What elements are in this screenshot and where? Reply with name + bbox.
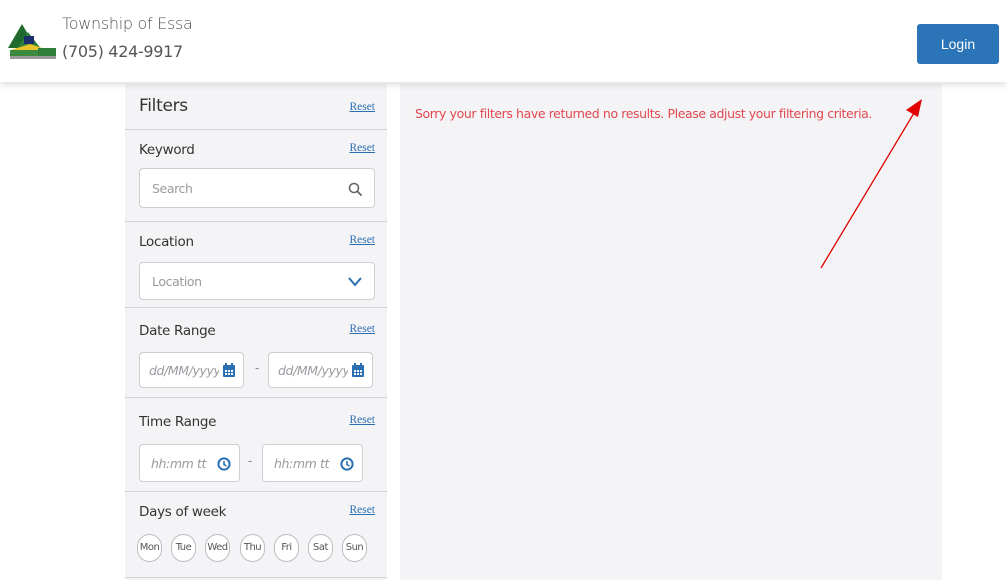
keyword-reset-link[interactable]: Reset: [349, 142, 375, 154]
date-range-label: Date Range: [139, 323, 216, 339]
reset-all-link[interactable]: Reset: [349, 101, 375, 113]
filters-heading-section: Filters Reset: [125, 84, 387, 130]
calendar-icon[interactable]: [222, 363, 236, 378]
date-from-input[interactable]: [149, 353, 219, 387]
login-button[interactable]: Login: [917, 24, 999, 64]
location-select[interactable]: [139, 262, 375, 300]
clock-icon[interactable]: [217, 457, 231, 471]
results-panel: Sorry your filters have returned no resu…: [400, 84, 942, 580]
search-input[interactable]: [152, 169, 316, 207]
search-icon[interactable]: [348, 182, 362, 196]
date-to-field[interactable]: [268, 352, 373, 388]
keyword-section: Keyword Reset: [125, 130, 387, 222]
township-logo: [8, 24, 56, 59]
time-range-separator: -: [248, 453, 253, 468]
days-of-week-reset-link[interactable]: Reset: [349, 504, 375, 516]
keyword-field[interactable]: [139, 168, 375, 208]
days-of-week-section: Days of week Reset Mon Tue Wed Thu Fri S…: [125, 492, 387, 578]
day-toggle-tue[interactable]: Tue: [171, 534, 196, 562]
day-toggle-mon[interactable]: Mon: [137, 534, 162, 562]
time-from-field[interactable]: [139, 444, 240, 482]
location-label: Location: [139, 234, 194, 250]
time-to-input[interactable]: [274, 445, 336, 481]
day-toggle-thu[interactable]: Thu: [240, 534, 265, 562]
site-header: Township of Essa (705) 424-9917 Login: [0, 0, 1007, 82]
time-range-reset-link[interactable]: Reset: [349, 414, 375, 426]
time-to-field[interactable]: [262, 444, 363, 482]
day-toggle-wed[interactable]: Wed: [205, 534, 230, 562]
time-from-input[interactable]: [151, 445, 213, 481]
location-section: Location Reset: [125, 222, 387, 308]
keyword-label: Keyword: [139, 142, 195, 158]
location-reset-link[interactable]: Reset: [349, 234, 375, 246]
time-range-section: Time Range Reset -: [125, 398, 387, 492]
day-toggle-fri[interactable]: Fri: [274, 534, 299, 562]
day-toggle-sat[interactable]: Sat: [308, 534, 333, 562]
filters-title: Filters: [139, 96, 188, 116]
org-phone: (705) 424-9917: [62, 42, 183, 61]
time-range-label: Time Range: [139, 414, 217, 430]
calendar-icon[interactable]: [351, 363, 365, 378]
clock-icon[interactable]: [340, 457, 354, 471]
date-range-section: Date Range Reset -: [125, 308, 387, 398]
date-range-separator: -: [255, 360, 260, 375]
day-toggle-group: Mon Tue Wed Thu Fri Sat Sun: [137, 534, 377, 564]
chevron-down-icon[interactable]: [348, 276, 362, 288]
date-from-field[interactable]: [139, 352, 244, 388]
location-input[interactable]: [152, 263, 316, 299]
org-name: Township of Essa: [62, 14, 193, 33]
date-to-input[interactable]: [278, 353, 348, 387]
filters-panel: Filters Reset Keyword Reset Location Res…: [125, 84, 387, 580]
days-of-week-label: Days of week: [139, 504, 227, 520]
day-toggle-sun[interactable]: Sun: [342, 534, 367, 562]
no-results-message: Sorry your filters have returned no resu…: [415, 106, 872, 121]
date-range-reset-link[interactable]: Reset: [349, 323, 375, 335]
